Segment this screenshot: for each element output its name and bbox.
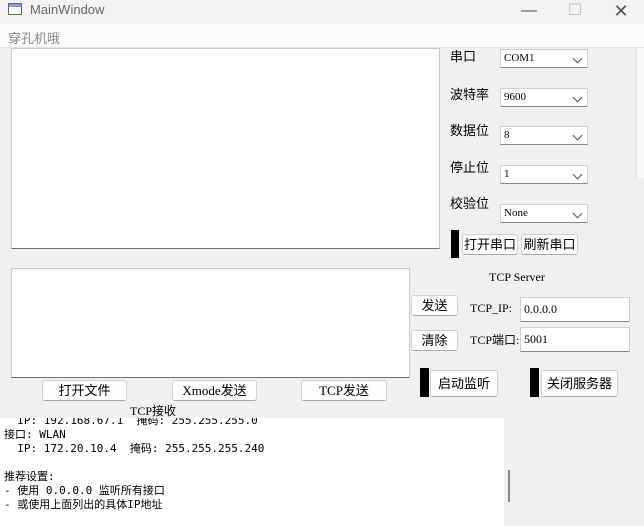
- parity-value: None: [504, 207, 528, 219]
- server-status-indicator: [530, 368, 539, 397]
- port-label: 串口: [450, 49, 477, 64]
- tcp-ip-input[interactable]: 0.0.0.0: [520, 297, 630, 322]
- tcp-port-input[interactable]: 5001: [520, 327, 630, 352]
- maximize-button[interactable]: ☐: [552, 0, 598, 24]
- serial-status-indicator: [451, 230, 459, 258]
- title-bar: MainWindow — ☐ ✕: [0, 0, 644, 24]
- clear-button[interactable]: 清除: [411, 330, 458, 351]
- tcp-server-title: TCP Server: [489, 270, 545, 284]
- open-file-button[interactable]: 打开文件: [42, 380, 127, 401]
- port-value: COM1: [504, 52, 535, 64]
- stopbits-combo[interactable]: 1: [500, 165, 588, 184]
- menu-item[interactable]: 穿孔机哦: [8, 28, 60, 47]
- window-title: MainWindow: [30, 2, 105, 17]
- chevron-down-icon: [572, 208, 583, 219]
- window-edge: [636, 48, 644, 178]
- refresh-serial-button[interactable]: 刷新串口: [521, 234, 578, 255]
- stop-server-button[interactable]: 关闭服务器: [541, 370, 618, 397]
- minimize-button[interactable]: —: [506, 0, 552, 24]
- chevron-down-icon: [572, 92, 583, 103]
- log-scrollbar[interactable]: [508, 470, 510, 502]
- xmodem-send-button[interactable]: Xmode发送: [172, 380, 257, 401]
- menu-bar: 穿孔机哦: [0, 24, 644, 48]
- start-listen-button[interactable]: 启动监听: [430, 370, 498, 397]
- open-serial-button[interactable]: 打开串口: [462, 234, 518, 255]
- send-button[interactable]: 发送: [411, 295, 458, 316]
- databits-combo[interactable]: 8: [500, 126, 588, 145]
- serial-receive-textarea[interactable]: [11, 48, 440, 249]
- tcp-ip-label: TCP_IP:: [470, 301, 513, 315]
- parity-combo[interactable]: None: [500, 204, 588, 223]
- stopbits-value: 1: [504, 168, 510, 180]
- chevron-down-icon: [572, 53, 583, 64]
- tcp-receive-log-text: IP: 192.168.67.1 掩码: 255.255.255.0 接口: W…: [4, 418, 265, 511]
- chevron-down-icon: [572, 169, 583, 180]
- tcp-send-button[interactable]: TCP发送: [301, 380, 387, 401]
- listen-status-indicator: [420, 368, 429, 397]
- baud-combo[interactable]: 9600: [500, 88, 588, 107]
- tcp-receive-label: TCP接收: [130, 404, 177, 418]
- close-button[interactable]: ✕: [598, 0, 644, 24]
- tcp-receive-log[interactable]: IP: 192.168.67.1 掩码: 255.255.255.0 接口: W…: [0, 418, 504, 526]
- databits-label: 数据位: [450, 123, 490, 138]
- send-textarea[interactable]: [11, 268, 410, 378]
- baud-value: 9600: [504, 91, 526, 103]
- port-combo[interactable]: COM1: [500, 49, 588, 68]
- app-window-icon: [8, 3, 22, 15]
- baud-label: 波特率: [450, 87, 490, 102]
- databits-value: 8: [504, 129, 510, 141]
- stopbits-label: 停止位: [450, 160, 490, 175]
- parity-label: 校验位: [450, 196, 490, 211]
- tcp-port-label: TCP端口:: [470, 333, 520, 347]
- chevron-down-icon: [572, 130, 583, 141]
